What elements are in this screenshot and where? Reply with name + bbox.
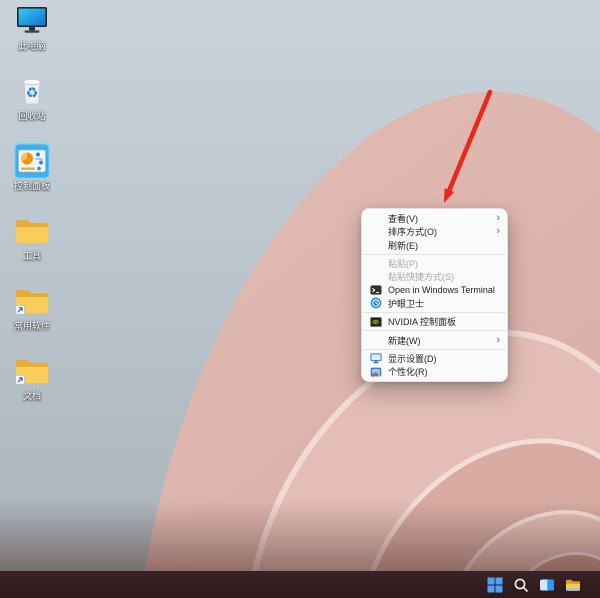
windows-logo-icon (487, 577, 503, 593)
menu-item-view[interactable]: 查看(V) › (362, 212, 507, 225)
display-settings-icon (370, 352, 382, 364)
taskbar-button-search[interactable] (508, 571, 534, 598)
personalize-icon (369, 365, 382, 378)
folder-shortcut-icon (14, 283, 50, 319)
shortcut-arrow-icon (16, 376, 25, 385)
menu-separator (363, 349, 506, 350)
desktop-icon-control-panel[interactable]: 控制面板 (3, 142, 61, 212)
chevron-right-icon: › (491, 335, 500, 346)
task-view-icon (539, 577, 555, 593)
nvidia-icon (369, 315, 382, 328)
folder-icon (14, 213, 50, 249)
desktop-icon-list: 此电脑 ♻ 回收站 控制面板 工具 (3, 2, 61, 422)
windows-terminal-icon (370, 284, 382, 296)
terminal-icon (369, 284, 382, 297)
taskbar-button-file-explorer[interactable] (560, 571, 586, 598)
shortcut-arrow-icon (16, 306, 25, 315)
desktop-icon-folder-tools[interactable]: 工具 (3, 212, 61, 282)
menu-item-nvidia-control-panel[interactable]: NVIDIA 控制面板 (362, 315, 507, 328)
chevron-right-icon: › (491, 213, 500, 224)
menu-item-eye-guard[interactable]: 护眼卫士 (362, 297, 507, 310)
desktop-icon-folder-docs[interactable]: 文档 (3, 352, 61, 422)
desktop-icon-folder-common-apps[interactable]: 常用软件 (3, 282, 61, 352)
eye-guard-icon (370, 297, 382, 309)
desktop-icon-recycle-bin[interactable]: ♻ 回收站 (3, 72, 61, 142)
menu-item-new[interactable]: 新建(W) › (362, 333, 507, 346)
this-pc-icon (14, 3, 50, 39)
menu-item-refresh[interactable]: 刷新(E) (362, 239, 507, 252)
file-explorer-icon (565, 577, 581, 593)
recycle-bin-icon: ♻ (14, 73, 50, 109)
wallpaper-bloom (0, 0, 600, 598)
menu-item-personalize[interactable]: 个性化(R) (362, 365, 507, 378)
chevron-right-icon: › (491, 226, 500, 237)
menu-separator (363, 254, 506, 255)
folder-shortcut-icon (14, 353, 50, 389)
control-panel-icon (14, 143, 50, 179)
menu-item-paste-shortcut: 粘贴快捷方式(S) (362, 270, 507, 283)
menu-item-display-settings[interactable]: 显示设置(D) (362, 352, 507, 365)
eye-guard-icon (369, 297, 382, 310)
context-menu: 查看(V) › 排序方式(O) › 刷新(E) 粘贴(P) 粘贴快捷方式(S) … (361, 208, 508, 382)
desktop-icon-this-pc[interactable]: 此电脑 (3, 2, 61, 72)
taskbar-button-start[interactable] (482, 571, 508, 598)
desktop[interactable]: 此电脑 ♻ 回收站 控制面板 工具 (0, 0, 600, 598)
search-icon (513, 577, 529, 593)
personalize-icon (370, 366, 382, 378)
taskbar-buttons (482, 571, 586, 598)
taskbar-button-task-view[interactable] (534, 571, 560, 598)
svg-text:♻: ♻ (26, 86, 39, 102)
taskbar (0, 571, 600, 598)
menu-separator (363, 312, 506, 313)
menu-separator (363, 330, 506, 331)
display-icon (369, 352, 382, 365)
menu-item-open-in-windows-terminal[interactable]: Open in Windows Terminal (362, 283, 507, 296)
nvidia-icon (370, 316, 382, 328)
menu-item-paste: 粘贴(P) (362, 257, 507, 270)
menu-item-sort-by[interactable]: 排序方式(O) › (362, 225, 507, 238)
